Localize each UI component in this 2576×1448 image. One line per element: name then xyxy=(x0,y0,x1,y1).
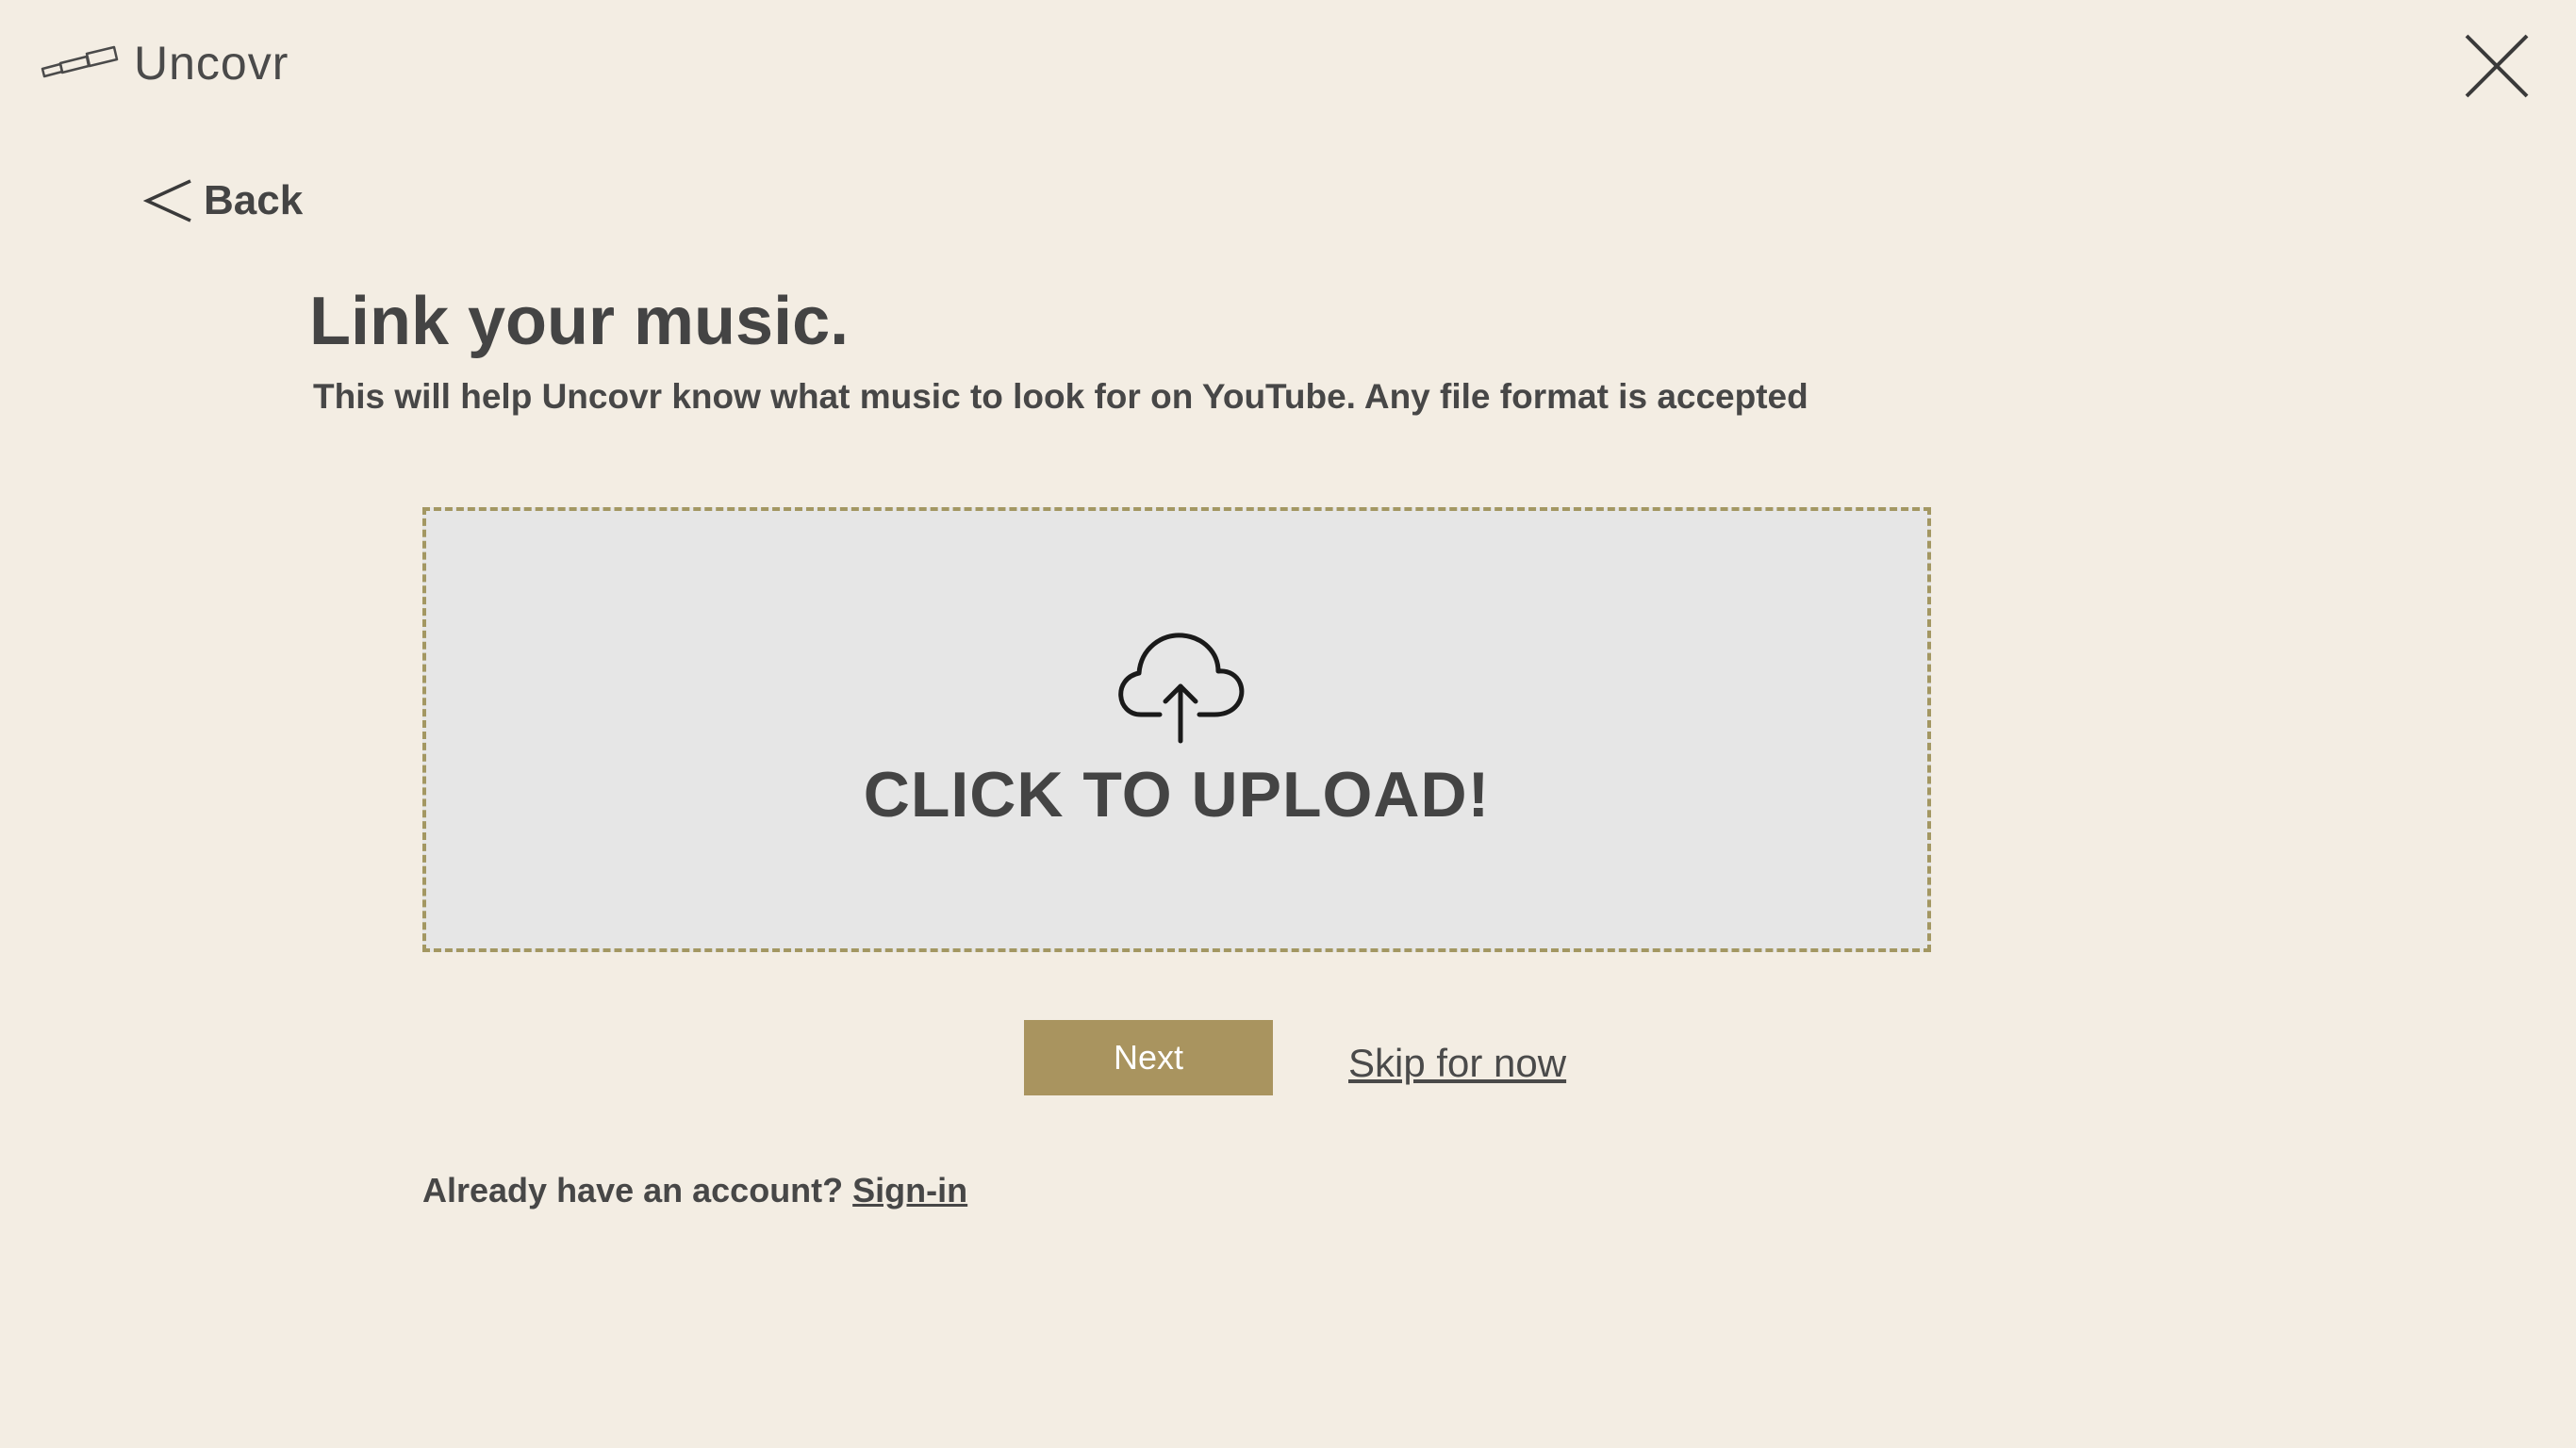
page-title: Link your music. xyxy=(309,284,850,359)
close-icon xyxy=(2465,34,2529,98)
app-logo: Uncovr xyxy=(40,30,289,96)
account-prompt-row: Already have an account? Sign-in xyxy=(422,1171,967,1210)
close-button[interactable] xyxy=(2463,32,2531,100)
back-link[interactable]: Back xyxy=(143,170,303,232)
account-prompt-text: Already have an account? xyxy=(422,1171,844,1209)
telescope-icon xyxy=(41,45,119,78)
back-label: Back xyxy=(204,177,304,223)
next-button[interactable]: Next xyxy=(1024,1020,1273,1095)
upload-label: CLICK TO UPLOAD! xyxy=(863,759,1491,831)
cloud-upload-icon xyxy=(1118,633,1245,744)
upload-dropzone[interactable]: CLICK TO UPLOAD! xyxy=(422,507,1931,952)
signin-link[interactable]: Sign-in xyxy=(852,1171,967,1209)
skip-link[interactable]: Skip for now xyxy=(1348,1041,1566,1086)
chevron-left-icon xyxy=(143,179,191,222)
app-name: Uncovr xyxy=(134,37,289,90)
page-subtitle: This will help Uncovr know what music to… xyxy=(313,377,1808,416)
